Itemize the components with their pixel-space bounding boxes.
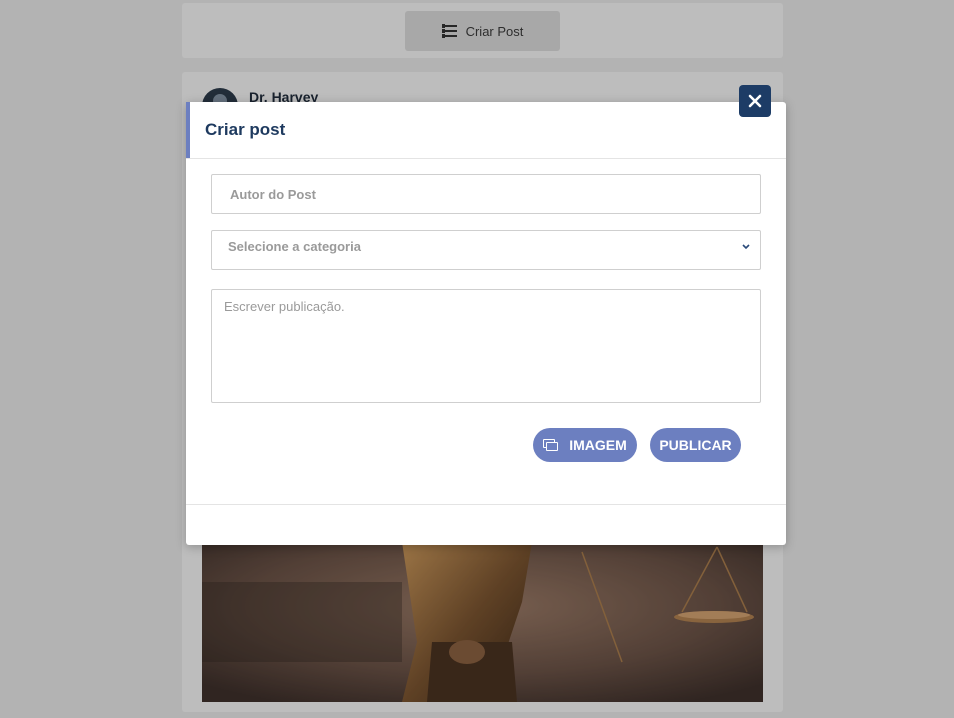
category-select-value: Selecione a categoria	[228, 239, 361, 254]
add-image-button[interactable]: IMAGEM	[533, 428, 637, 462]
close-icon	[748, 94, 762, 108]
create-post-modal: Criar post Selecione a categoria IMAGEM …	[186, 102, 786, 545]
modal-header: Criar post	[186, 102, 786, 159]
modal-footer-divider	[186, 504, 786, 505]
close-modal-button[interactable]	[739, 85, 771, 117]
image-icon	[543, 439, 559, 451]
publish-label: PUBLICAR	[659, 437, 732, 453]
category-select[interactable]: Selecione a categoria	[211, 230, 761, 270]
header-accent-bar	[186, 102, 190, 158]
publish-button[interactable]: PUBLICAR	[650, 428, 741, 462]
add-image-label: IMAGEM	[569, 437, 627, 453]
post-content-textarea[interactable]	[211, 289, 761, 403]
modal-title: Criar post	[205, 120, 286, 139]
post-author-input[interactable]	[211, 174, 761, 214]
chevron-down-icon	[742, 244, 750, 250]
